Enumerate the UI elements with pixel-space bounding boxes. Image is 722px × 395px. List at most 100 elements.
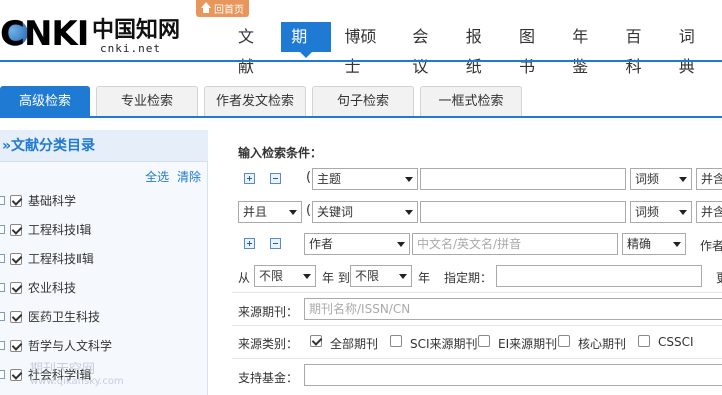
logo-text: CNKI bbox=[0, 14, 89, 54]
nav-item-conference[interactable]: 会议 bbox=[402, 22, 451, 76]
nav-item-literature[interactable]: 文献 bbox=[228, 22, 277, 76]
category-checkbox[interactable] bbox=[10, 369, 22, 381]
nav-item-newspaper[interactable]: 报纸 bbox=[456, 22, 505, 76]
match-select-value: 精确 bbox=[627, 237, 652, 251]
source-category-checkbox[interactable] bbox=[558, 335, 570, 347]
source-category-checkbox[interactable] bbox=[638, 335, 650, 347]
sidebar-category-item[interactable]: 基础科学 bbox=[0, 192, 200, 210]
row-divider bbox=[232, 292, 722, 293]
nav-item-thesis[interactable]: 博硕士 bbox=[335, 22, 399, 76]
logic-select-2[interactable]: 并且 bbox=[238, 201, 302, 223]
chevron-down-icon bbox=[303, 274, 311, 279]
sidebar-category-item[interactable]: 医药卫生科技 bbox=[0, 308, 200, 326]
period-input[interactable] bbox=[496, 265, 702, 287]
main-nav: 文献 期刊 博硕士 会议 报纸 图书 年鉴 百科 词典 bbox=[228, 22, 722, 76]
home-button[interactable]: 回首页 bbox=[196, 0, 249, 17]
chevron-down-icon bbox=[397, 242, 405, 247]
tab-single-box-search[interactable]: 一框式检索 bbox=[420, 86, 522, 116]
field-select-2-value: 关键词 bbox=[317, 205, 354, 219]
expand-icon[interactable] bbox=[0, 370, 5, 379]
combine-select-1[interactable]: 并含 bbox=[696, 168, 722, 190]
year-from-select[interactable]: 不限 bbox=[254, 265, 316, 287]
home-icon bbox=[201, 2, 211, 13]
row-divider bbox=[232, 358, 722, 359]
nav-item-encyclopedia[interactable]: 百科 bbox=[615, 22, 664, 76]
freq-select-2-value: 词频 bbox=[635, 205, 660, 219]
source-category-checkbox[interactable] bbox=[478, 335, 490, 347]
category-checkbox[interactable] bbox=[10, 282, 22, 294]
category-label: 哲学与人文科学 bbox=[28, 339, 113, 353]
tab-sentence-search[interactable]: 句子检索 bbox=[312, 86, 414, 116]
chevron-down-icon bbox=[679, 177, 687, 182]
category-label: 工程科技Ⅰ辑 bbox=[28, 223, 92, 237]
year-to-label: 年 到 bbox=[322, 271, 350, 285]
chevron-down-icon bbox=[289, 210, 297, 215]
category-checkbox[interactable] bbox=[10, 311, 22, 323]
home-label: 回首页 bbox=[214, 5, 244, 16]
keyword-input-2[interactable] bbox=[420, 201, 626, 223]
cnki-logo[interactable]: CNKI 中国知网 cnki.net bbox=[0, 6, 200, 56]
field-select-1[interactable]: 主题 bbox=[312, 168, 418, 190]
category-label: 基础科学 bbox=[28, 194, 77, 208]
category-sidebar: »文献分类目录 全选 清除 基础科学 工程科技Ⅰ辑 工程科技Ⅱ辑 农业科技 医药卫生科技… bbox=[0, 130, 208, 395]
remove-author-row-icon[interactable] bbox=[270, 238, 281, 249]
year-to-select[interactable]: 不限 bbox=[350, 265, 412, 287]
source-journal-input[interactable]: 期刊名称/ISSN/CN bbox=[304, 298, 722, 320]
remove-row-icon[interactable] bbox=[270, 173, 281, 184]
select-all-link[interactable]: 全选 bbox=[145, 170, 169, 184]
source-category-checkbox[interactable] bbox=[390, 335, 402, 347]
sidebar-category-item[interactable]: 农业科技 bbox=[0, 279, 200, 297]
sidebar-category-item[interactable]: 工程科技Ⅰ辑 bbox=[0, 221, 200, 239]
combine-select-2[interactable]: 并含 bbox=[696, 201, 722, 223]
row-divider bbox=[232, 325, 722, 326]
chevron-down-icon bbox=[673, 242, 681, 247]
watermark: 期刊天空网 bbox=[30, 362, 96, 377]
logo-chinese-name: 中国知网 bbox=[92, 17, 181, 43]
source-category-option-label: SCI来源期刊 bbox=[410, 337, 478, 351]
sidebar-category-item[interactable]: 工程科技Ⅱ辑 bbox=[0, 250, 200, 268]
freq-select-1[interactable]: 词频 bbox=[630, 168, 692, 190]
tab-author-search[interactable]: 作者发文检索 bbox=[204, 86, 306, 116]
expand-icon[interactable] bbox=[0, 341, 5, 350]
update-time-label: 更 bbox=[716, 269, 722, 286]
nav-item-journal[interactable]: 期刊 bbox=[281, 22, 331, 76]
fund-input[interactable] bbox=[304, 364, 722, 386]
add-row-icon[interactable] bbox=[244, 173, 255, 184]
expand-icon[interactable] bbox=[0, 196, 5, 205]
source-journal-placeholder: 期刊名称/ISSN/CN bbox=[309, 302, 411, 316]
category-checkbox[interactable] bbox=[10, 224, 22, 236]
nav-item-yearbook[interactable]: 年鉴 bbox=[562, 22, 611, 76]
freq-select-2[interactable]: 词频 bbox=[630, 201, 692, 223]
site-header: CNKI 中国知网 cnki.net 回首页 文献 期刊 博硕士 会议 报纸 图书 年鉴 百科… bbox=[0, 0, 722, 76]
expand-icon[interactable] bbox=[0, 254, 5, 263]
sidebar-category-item[interactable]: 哲学与人文科学 bbox=[0, 337, 200, 355]
tab-advanced-search[interactable]: 高级检索 bbox=[0, 86, 90, 118]
category-checkbox[interactable] bbox=[10, 340, 22, 352]
keyword-input-1[interactable] bbox=[420, 168, 626, 190]
watermark-url: www.qikansky.com bbox=[30, 376, 124, 387]
category-label: 医药卫生科技 bbox=[28, 310, 101, 324]
match-select[interactable]: 精确 bbox=[622, 233, 686, 255]
nav-item-dictionary[interactable]: 词典 bbox=[669, 22, 718, 76]
expand-icon[interactable] bbox=[0, 283, 5, 292]
period-label: 指定期： bbox=[444, 271, 493, 285]
expand-icon[interactable] bbox=[0, 225, 5, 234]
category-label: 农业科技 bbox=[28, 281, 77, 295]
source-category-option-label: 全部期刊 bbox=[330, 337, 379, 351]
source-category-label: 来源类别： bbox=[238, 337, 299, 351]
author-input[interactable]: 中文名/英文名/拼音 bbox=[412, 233, 618, 255]
fund-label: 支持基金： bbox=[238, 371, 299, 385]
chevron-down-icon bbox=[405, 177, 413, 182]
logic-select-2-value: 并且 bbox=[243, 205, 268, 219]
nav-item-book[interactable]: 图书 bbox=[509, 22, 558, 76]
header-divider bbox=[0, 60, 722, 62]
source-category-checkbox[interactable] bbox=[310, 335, 322, 347]
clear-link[interactable]: 清除 bbox=[177, 170, 201, 184]
author-field-select[interactable]: 作者 bbox=[304, 233, 410, 255]
field-select-2[interactable]: 关键词 bbox=[312, 201, 418, 223]
category-checkbox[interactable] bbox=[10, 253, 22, 265]
add-author-row-icon[interactable] bbox=[244, 238, 255, 249]
expand-icon[interactable] bbox=[0, 312, 5, 321]
category-checkbox[interactable] bbox=[10, 195, 22, 207]
tab-professional-search[interactable]: 专业检索 bbox=[96, 86, 198, 116]
